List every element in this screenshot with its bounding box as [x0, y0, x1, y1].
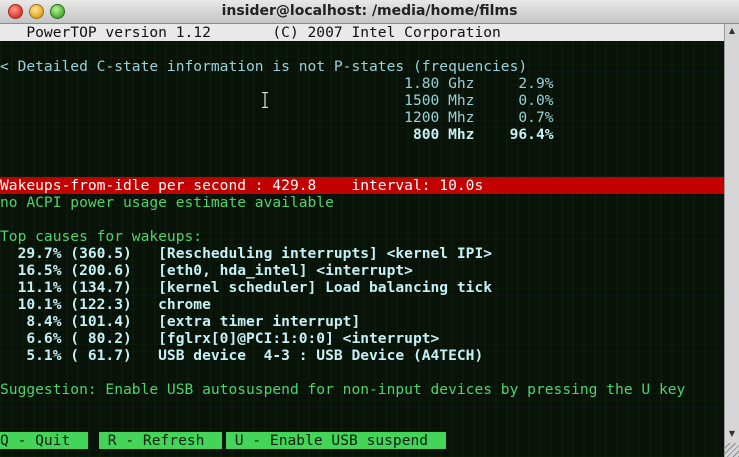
refresh-key-button[interactable]: R - Refresh [99, 432, 223, 449]
cause-row: 11.1% (134.7) [kernel scheduler] Load ba… [0, 279, 493, 296]
wakeups-summary-bar: Wakeups-from-idle per second : 429.8 int… [0, 177, 724, 194]
cause-row: 16.5% (200.6) [eth0, hda_intel] <interru… [0, 262, 413, 279]
text-cursor-icon [262, 92, 268, 108]
enable-usb-suspend-key-button[interactable]: U - Enable USB suspend [226, 432, 446, 449]
suggestion-line: Suggestion: Enable USB autosuspend for n… [0, 381, 686, 398]
terminal-area[interactable]: PowerTOP version 1.12 (C) 2007 Intel Cor… [0, 24, 724, 457]
pstate-row: 1200 Mhz 0.7% [0, 109, 554, 126]
cause-row: 10.1% (122.3) chrome [0, 296, 211, 313]
cause-row: 6.6% ( 80.2) [fglrx[0]@PCI:1:0:0] <inter… [0, 330, 440, 347]
cause-row: 8.4% (101.4) [extra timer interrupt] [0, 313, 361, 330]
causes-heading: Top causes for wakeups: [0, 228, 203, 245]
scroll-down-arrow-icon[interactable]: ▼ [725, 427, 739, 441]
acpi-note: no ACPI power usage estimate available [0, 194, 334, 211]
vertical-scrollbar[interactable]: ▲ ▼ [724, 24, 739, 457]
quit-key-button[interactable]: Q - Quit [0, 432, 88, 449]
window-titlebar[interactable]: insider@localhost: /media/home/films [0, 0, 739, 24]
cause-row: 5.1% ( 61.7) USB device 4-3 : USB Device… [0, 347, 484, 364]
pstate-row: 1500 Mhz 0.0% [0, 92, 554, 109]
cause-row: 29.7% (360.5) [Rescheduling interrupts] … [0, 245, 493, 262]
window-title: insider@localhost: /media/home/films [221, 3, 518, 19]
pstate-row-active: 800 Mhz 96.4% [0, 126, 554, 143]
scroll-up-arrow-icon[interactable]: ▲ [725, 24, 739, 38]
pstate-row: 1.80 Ghz 2.9% [0, 75, 554, 92]
powertop-header: PowerTOP version 1.12 (C) 2007 Intel Cor… [0, 24, 724, 41]
cstate-note: < Detailed C-state information is not P-… [0, 58, 528, 75]
resize-grip-icon[interactable] [725, 443, 739, 457]
